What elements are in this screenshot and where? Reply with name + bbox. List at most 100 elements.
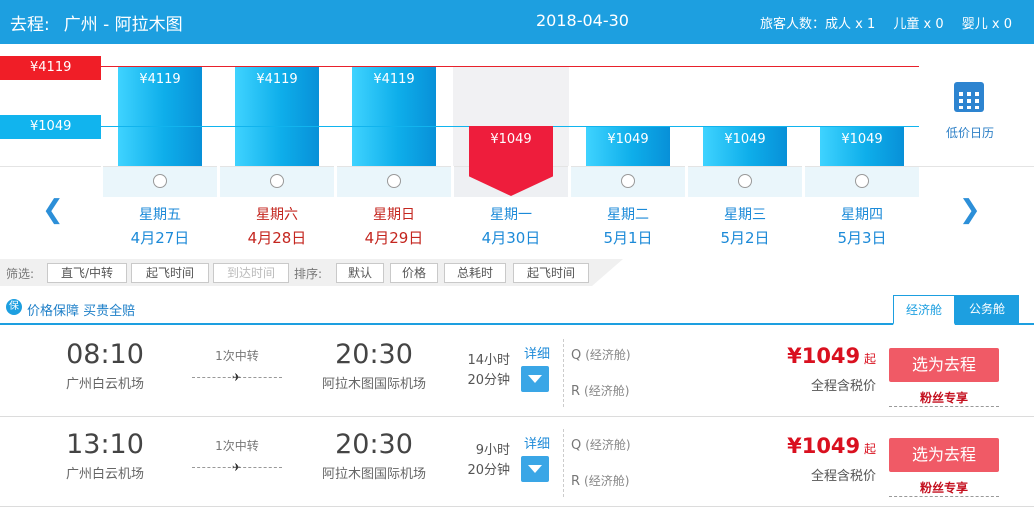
sort-departure-time[interactable]: 起飞时间 [513, 263, 589, 283]
filter-arrival-time[interactable]: 到达时间 [213, 263, 289, 283]
sort-price[interactable]: 价格 [390, 263, 438, 283]
cabin-class: R (经济舱) [571, 472, 629, 489]
duration-minutes: 20分钟 [467, 373, 510, 388]
route-line: ✈ [192, 460, 282, 474]
filter-departure-time[interactable]: 起飞时间 [131, 263, 209, 283]
day-cell[interactable]: 星期二 5月1日 [571, 166, 685, 248]
divider [563, 339, 564, 407]
day-radio[interactable] [387, 174, 401, 188]
route-title: 去程: 广州 - 阿拉木图 [10, 10, 197, 35]
price-bar[interactable]: ¥1049 [703, 126, 787, 166]
details-label[interactable]: 详细 [521, 343, 553, 362]
arrival-block: 20:30 阿拉木图国际机场 [300, 429, 448, 482]
tab-business[interactable]: 公务舱 [955, 295, 1019, 325]
day-radio[interactable] [270, 174, 284, 188]
weekday-label: 星期二 [607, 207, 649, 223]
day-radio[interactable] [621, 174, 635, 188]
date-label: 4月28日 [247, 229, 307, 247]
date-label: 4月27日 [130, 229, 190, 247]
sort-default[interactable]: 默认 [336, 263, 384, 283]
prev-week-area: ❮ [0, 166, 101, 248]
adult-count: 旅客人数：成人 x 1 [760, 17, 876, 32]
cabin-name: (经济舱) [585, 348, 631, 362]
calendar-day[interactable]: ¥4119 星期五 4月27日 [102, 52, 218, 248]
date-label: 4月30日 [481, 229, 541, 247]
chevron-right-icon[interactable]: ❯ [959, 195, 981, 225]
chevron-left-icon[interactable]: ❮ [42, 195, 64, 225]
trip-header: 去程: 广州 - 阿拉木图 2018-04-30 旅客人数：成人 x 1 儿童 x… [0, 0, 1034, 44]
route-text: 广州 - 阿拉木图 [63, 15, 183, 35]
price-bar[interactable]: ¥4119 [352, 66, 436, 166]
low-price-calendar-link[interactable]: 低价日历 [920, 52, 1034, 166]
low-price-marker: ¥1049 [0, 115, 101, 139]
departure-time: 08:10 [66, 339, 144, 370]
arrival-airport: 阿拉木图国际机场 [321, 467, 426, 482]
duration-minutes: 20分钟 [467, 463, 510, 478]
route-line: ✈ [192, 370, 282, 384]
shield-icon: 保 [6, 299, 22, 315]
cabin-name: (经济舱) [584, 474, 630, 488]
select-outbound-button[interactable]: 选为去程 [889, 348, 999, 382]
cabin-code: R [571, 384, 581, 399]
weekday-label: 星期五 [139, 207, 181, 223]
transfer-count: 1次中转 [215, 439, 259, 453]
day-radio[interactable] [153, 174, 167, 188]
flight-row: 13:10 广州白云机场 1次中转 ✈ 20:30 阿拉木图国际机场 9小时 20分钟 详细 Q(… [0, 417, 1034, 507]
day-radio[interactable] [738, 174, 752, 188]
calendar-day[interactable]: ¥1049 星期二 5月1日 [570, 52, 686, 248]
low-price-calendar-label: 低价日历 [945, 126, 994, 140]
price-bar[interactable]: ¥4119 [118, 66, 202, 166]
sort-duration[interactable]: 总耗时 [444, 263, 506, 283]
details-toggle[interactable]: 详细 [521, 343, 553, 392]
date-label: 5月2日 [720, 229, 770, 247]
next-week-area: ❯ [919, 166, 1034, 248]
fans-exclusive-link[interactable]: 粉丝专享 [889, 479, 999, 497]
chevron-down-icon[interactable] [521, 366, 549, 392]
day-radio[interactable] [855, 174, 869, 188]
trip-date: 2018-04-30 [536, 11, 629, 30]
departure-airport: 广州白云机场 [65, 377, 144, 392]
flight-row: 08:10 广州白云机场 1次中转 ✈ 20:30 阿拉木图国际机场 14小时 20分钟 详细 Q… [0, 327, 1034, 417]
day-cell[interactable]: 星期六 4月28日 [220, 166, 334, 248]
price-bar[interactable]: ¥1049 [586, 126, 670, 166]
calendar-day[interactable]: ¥1049 星期四 5月3日 [804, 52, 920, 248]
calendar-day[interactable]: ¥1049 星期一 4月30日 [453, 52, 569, 248]
tax-note: 全程含税价 [810, 469, 876, 484]
high-price-marker: ¥4119 [0, 56, 101, 80]
filter-direct-transfer[interactable]: 直飞/中转 [47, 263, 127, 283]
price-bar[interactable]: ¥1049 [820, 126, 904, 166]
infant-count: 婴儿 x 0 [961, 17, 1012, 32]
day-cell[interactable]: 星期日 4月29日 [337, 166, 451, 248]
details-label[interactable]: 详细 [521, 433, 553, 452]
weekday-label: 星期日 [373, 207, 415, 223]
fans-exclusive-link[interactable]: 粉丝专享 [889, 389, 999, 407]
price-value: ¥1049 [787, 344, 861, 368]
price-guarantee-text[interactable]: 价格保障 买贵全赔 [27, 300, 135, 319]
weekday-label: 星期六 [256, 207, 298, 223]
flight-duration: 9小时 20分钟 [458, 441, 510, 481]
airplane-icon: ✈ [232, 371, 242, 384]
price-bar[interactable]: ¥4119 [235, 66, 319, 166]
calendar-day[interactable]: ¥1049 星期三 5月2日 [687, 52, 803, 248]
day-cell[interactable]: 星期三 5月2日 [688, 166, 802, 248]
passenger-summary: 旅客人数：成人 x 1 儿童 x 0 婴儿 x 0 [746, 13, 1012, 32]
calendar-day[interactable]: ¥4119 星期六 4月28日 [219, 52, 335, 248]
cabin-code: Q [571, 438, 582, 453]
calendar-icon [954, 82, 984, 112]
child-count: 儿童 x 0 [893, 17, 944, 32]
cabin-class: Q (经济舱) [571, 346, 631, 363]
day-cell[interactable]: 星期五 4月27日 [103, 166, 217, 248]
weekday-label: 星期三 [724, 207, 766, 223]
select-outbound-button[interactable]: 选为去程 [889, 438, 999, 472]
tab-economy[interactable]: 经济舱 [893, 295, 955, 325]
transfer-info: 1次中转 ✈ [192, 347, 282, 384]
day-cell[interactable]: 星期四 5月3日 [805, 166, 919, 248]
flight-price: ¥1049 起 [787, 434, 876, 458]
date-label: 4月29日 [364, 229, 424, 247]
calendar-day[interactable]: ¥4119 星期日 4月29日 [336, 52, 452, 248]
sort-label: 排序: [294, 267, 323, 281]
departure-airport: 广州白云机场 [65, 467, 144, 482]
chevron-down-icon[interactable] [521, 456, 549, 482]
price-calendar: ¥4119 ¥1049 ❮ 低价日历 ❯ ¥4119 星期五 4月27日 ¥4119 星… [0, 52, 1034, 248]
details-toggle[interactable]: 详细 [521, 433, 553, 482]
